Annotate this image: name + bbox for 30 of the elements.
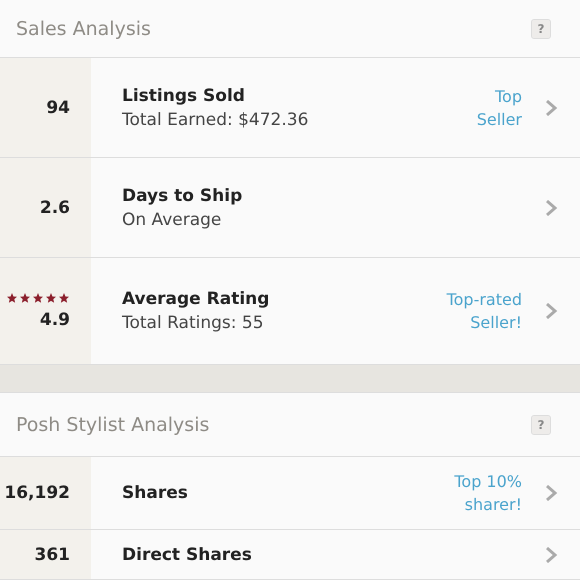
stat-detail: On Average [122,210,222,230]
stat-label: Days to Ship [122,186,244,206]
stat-value: 16,192 [4,483,70,503]
stat-row[interactable]: 94 Listings Sold Total Earned: $472.36 Top Seller [0,58,580,158]
stat-row[interactable]: 4.9 Average Rating Total Ratings: 55 Top-rated Seller! [0,258,580,365]
stat-value: 361 [34,544,70,564]
star-icon [45,292,57,304]
stat-label: Direct Shares [122,544,253,564]
star-icon [19,292,31,304]
chevron-right-icon [544,302,558,320]
section-title: Sales Analysis [16,18,151,40]
stat-label: Listings Sold [122,86,246,106]
stat-label: Average Rating [122,289,270,309]
stat-row[interactable]: 2.6 Days to Ship On Average [0,158,580,258]
section-title: Posh Stylist Analysis [16,414,210,436]
chevron-right-icon [544,546,558,564]
chevron-right-icon [544,198,558,216]
stat-value: 94 [46,98,70,118]
stat-value: 2.6 [40,198,70,218]
chevron-right-icon [544,484,558,502]
stat-detail: Total Ratings: 55 [122,313,265,333]
stat-detail: Total Earned: $472.36 [122,110,310,130]
stat-label: Shares [122,483,189,503]
chevron-right-icon [544,98,558,116]
stat-row[interactable]: 361 Direct Shares [0,530,580,580]
star-icon [32,292,44,304]
stat-row[interactable]: 16,192 Shares Top 10% sharer! [0,457,580,530]
star-icon [58,292,70,304]
stat-value: 4.9 [40,310,70,330]
star-icon [6,292,18,304]
